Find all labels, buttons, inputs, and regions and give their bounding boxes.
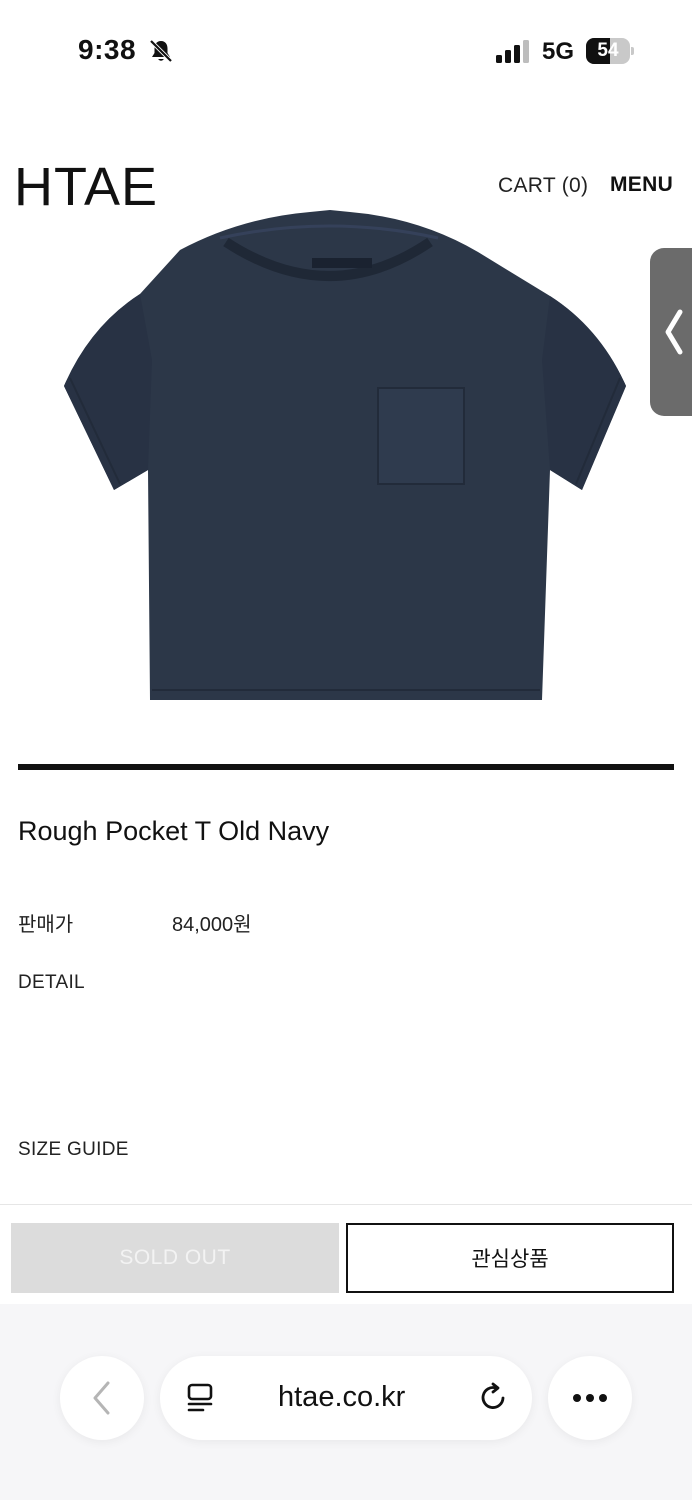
url-text: htae.co.kr bbox=[278, 1381, 406, 1413]
more-button[interactable] bbox=[548, 1356, 632, 1440]
more-icon bbox=[573, 1394, 607, 1402]
network-type: 5G bbox=[542, 38, 575, 65]
bell-muted-icon bbox=[149, 39, 173, 63]
side-drawer-handle[interactable] bbox=[650, 248, 692, 416]
price-value: 84,000원 bbox=[172, 914, 252, 936]
status-time: 9:38 bbox=[78, 34, 137, 65]
product-image[interactable] bbox=[30, 200, 650, 740]
chevron-left-icon bbox=[665, 309, 683, 355]
sold-out-button[interactable]: SOLD OUT bbox=[11, 1223, 339, 1293]
chevron-left-icon bbox=[93, 1381, 110, 1415]
battery-level: 54 bbox=[597, 40, 619, 61]
section-divider bbox=[18, 764, 674, 770]
price-label: 판매가 bbox=[18, 914, 74, 936]
browser-back-button[interactable] bbox=[60, 1356, 144, 1440]
battery-icon: 54 bbox=[586, 38, 634, 64]
reload-icon[interactable] bbox=[478, 1381, 510, 1413]
cellular-signal-icon bbox=[496, 40, 529, 63]
product-title: Rough Pocket T Old Navy bbox=[18, 816, 330, 846]
action-bar: SOLD OUT 관심상품 bbox=[0, 1204, 692, 1304]
address-bar[interactable]: htae.co.kr bbox=[160, 1356, 532, 1440]
cart-link[interactable]: CART (0) bbox=[498, 174, 588, 198]
wishlist-button[interactable]: 관심상품 bbox=[346, 1223, 674, 1293]
reader-icon[interactable] bbox=[186, 1383, 216, 1413]
status-bar: 9:38 5G 54 bbox=[0, 0, 692, 100]
size-guide-toggle[interactable]: SIZE GUIDE bbox=[18, 1139, 129, 1161]
menu-button[interactable]: MENU bbox=[610, 173, 673, 197]
browser-toolbar: htae.co.kr bbox=[0, 1304, 692, 1500]
detail-toggle[interactable]: DETAIL bbox=[18, 972, 85, 994]
